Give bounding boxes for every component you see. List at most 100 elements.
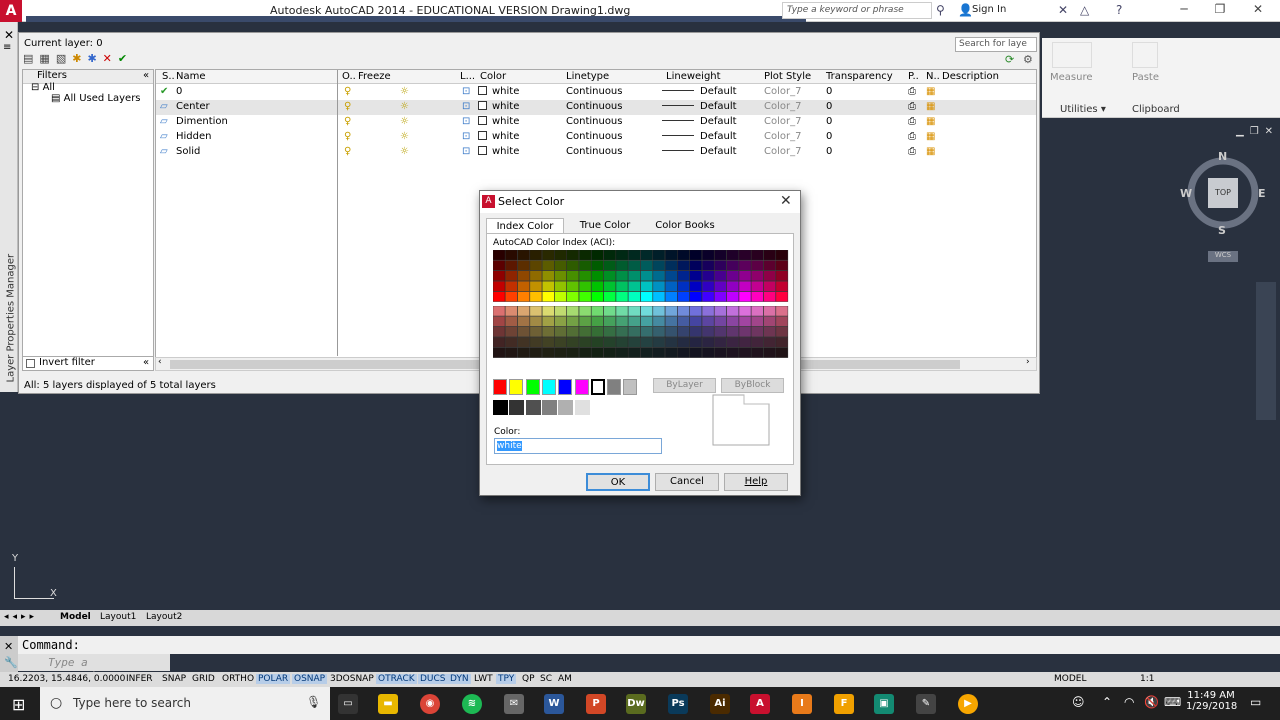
aci-lower-swatch[interactable] (628, 306, 641, 317)
aci-lower-swatch[interactable] (603, 347, 616, 358)
aci-lower-swatch[interactable] (542, 306, 555, 317)
status-toggle-qp[interactable]: QP (520, 674, 537, 684)
status-toggle-dyn[interactable]: DYN (448, 674, 471, 684)
coordinates-readout[interactable]: 16.2203, 15.4846, 0.0000 (6, 674, 127, 684)
aci-lower-swatch[interactable] (628, 326, 641, 337)
table-row[interactable]: ▱ Hidden ♀ ☼ ⊡ white Continuous Default Color_7 0… (156, 130, 1036, 145)
volume-icon[interactable]: 🔇 (1144, 695, 1159, 709)
aci-lower-swatch[interactable] (726, 306, 739, 317)
dialog-title-bar[interactable]: A Select Color ✕ (480, 191, 800, 213)
aci-upper-swatch[interactable] (628, 270, 641, 281)
aci-lower-swatch[interactable] (529, 337, 543, 348)
compass-south[interactable]: S (1218, 224, 1226, 237)
col-name[interactable]: Name (176, 71, 206, 82)
aci-upper-swatch[interactable] (652, 291, 666, 302)
settings-icon[interactable]: ⚙ (1023, 53, 1033, 66)
a360-icon[interactable]: △ (1080, 3, 1089, 17)
aci-lower-swatch[interactable] (738, 306, 752, 317)
aci-lower-swatch[interactable] (664, 337, 678, 348)
chrome-icon[interactable]: ◉ (420, 694, 440, 714)
table-row[interactable]: ▱ Center ♀ ☼ ⊡ white Continuous Default Color_7 0… (156, 100, 1036, 115)
close-palette-icon[interactable]: ✕ (4, 28, 14, 42)
binoculars-icon[interactable]: ⚲ (936, 3, 945, 17)
aci-lower-swatch[interactable] (542, 316, 555, 327)
restore-icon[interactable]: ❐ (1202, 2, 1238, 20)
standard-color-swatch[interactable] (509, 379, 524, 395)
aci-lower-swatch[interactable] (664, 306, 678, 317)
printer-icon[interactable]: ⎙ (908, 116, 916, 127)
layer-name[interactable]: Hidden (176, 131, 211, 142)
collapse-icon[interactable]: « (143, 357, 149, 368)
aci-lower-swatch[interactable] (493, 347, 506, 358)
aci-upper-swatch[interactable] (689, 250, 703, 261)
layer-status-icon[interactable]: ▱ (160, 116, 168, 127)
aci-upper-swatch[interactable] (578, 291, 592, 302)
aci-upper-swatch[interactable] (578, 281, 592, 292)
palette-menu-icon[interactable]: ≡ (3, 42, 11, 53)
printer-icon[interactable]: ⎙ (908, 101, 916, 112)
aci-lower-swatch[interactable] (763, 306, 776, 317)
delete-layer-icon[interactable]: ✕ (103, 52, 118, 65)
gray-shade-swatch[interactable] (541, 400, 557, 415)
standard-color-swatch[interactable] (541, 379, 556, 395)
aci-lower-swatch[interactable] (763, 326, 776, 337)
layer-transparency[interactable]: 0 (826, 86, 832, 97)
aci-upper-swatch[interactable] (689, 270, 703, 281)
aci-lower-swatch[interactable] (640, 347, 653, 358)
aci-lower-swatch[interactable] (652, 316, 666, 327)
aci-upper-swatch[interactable] (628, 291, 641, 302)
col-freeze[interactable]: Freeze (358, 71, 391, 82)
status-toggle-tpy[interactable]: TPY (496, 674, 517, 684)
aci-lower-swatch[interactable] (751, 326, 764, 337)
aci-upper-swatch[interactable] (529, 291, 543, 302)
tab-index-color[interactable]: Index Color (486, 218, 564, 234)
aci-upper-swatch[interactable] (751, 281, 764, 292)
aci-upper-swatch[interactable] (714, 270, 727, 281)
aci-lower-swatch[interactable] (615, 347, 629, 358)
aci-upper-swatch[interactable] (628, 250, 641, 261)
col-plot-style[interactable]: Plot Style (764, 71, 811, 82)
aci-upper-swatch[interactable] (677, 260, 690, 271)
standard-color-swatch[interactable] (607, 379, 622, 395)
compass-east[interactable]: E (1258, 187, 1266, 200)
aci-upper-swatch[interactable] (517, 291, 530, 302)
standard-color-swatch[interactable] (589, 378, 606, 396)
aci-upper-swatch[interactable] (701, 291, 715, 302)
aci-lower-swatch[interactable] (751, 337, 764, 348)
col-plot[interactable]: P.. (908, 71, 919, 82)
status-toggle-snap[interactable]: SNAP (160, 674, 188, 684)
refresh-icon[interactable]: ⟳ (1005, 53, 1014, 66)
aci-lower-swatch[interactable] (726, 326, 739, 337)
col-on[interactable]: O.. (342, 71, 356, 82)
status-toggle-3dosnap[interactable]: 3DOSNAP (328, 674, 376, 684)
aci-upper-swatch[interactable] (554, 250, 567, 261)
aci-lower-swatch[interactable] (529, 326, 543, 337)
status-toggle-osnap[interactable]: OSNAP (292, 674, 328, 684)
aci-upper-swatch[interactable] (689, 291, 703, 302)
aci-upper-swatch[interactable] (517, 250, 530, 261)
current-layer-check-icon[interactable]: ✔ (160, 86, 168, 97)
ok-button[interactable]: OK (586, 473, 650, 491)
unlock-icon[interactable]: ⊡ (462, 116, 470, 127)
gray-shade-swatch[interactable] (558, 400, 574, 415)
lightbulb-icon[interactable]: ♀ (344, 116, 351, 127)
layer-lineweight[interactable]: Default (662, 101, 737, 112)
aci-upper-swatch[interactable] (517, 270, 530, 281)
aci-upper-swatch[interactable] (726, 281, 739, 292)
aci-upper-swatch[interactable] (677, 250, 690, 261)
autocad-logo-icon[interactable]: A (0, 0, 22, 22)
aci-upper-swatch[interactable] (603, 250, 616, 261)
aci-upper-swatch[interactable] (615, 260, 629, 271)
aci-upper-swatch[interactable] (505, 281, 518, 292)
app-pen-icon[interactable]: ✎ (916, 694, 936, 714)
aci-upper-swatch[interactable] (738, 270, 752, 281)
aci-lower-swatch[interactable] (603, 337, 616, 348)
sun-icon[interactable]: ☼ (400, 116, 409, 127)
aci-upper-swatch[interactable] (493, 281, 506, 292)
aci-upper-swatch[interactable] (529, 260, 543, 271)
aci-upper-swatch[interactable] (542, 250, 555, 261)
utilities-group[interactable]: Utilities ▾ (1060, 104, 1106, 115)
aci-lower-swatch[interactable] (628, 316, 641, 327)
aci-upper-swatch[interactable] (505, 250, 518, 261)
aci-upper-swatch[interactable] (726, 270, 739, 281)
